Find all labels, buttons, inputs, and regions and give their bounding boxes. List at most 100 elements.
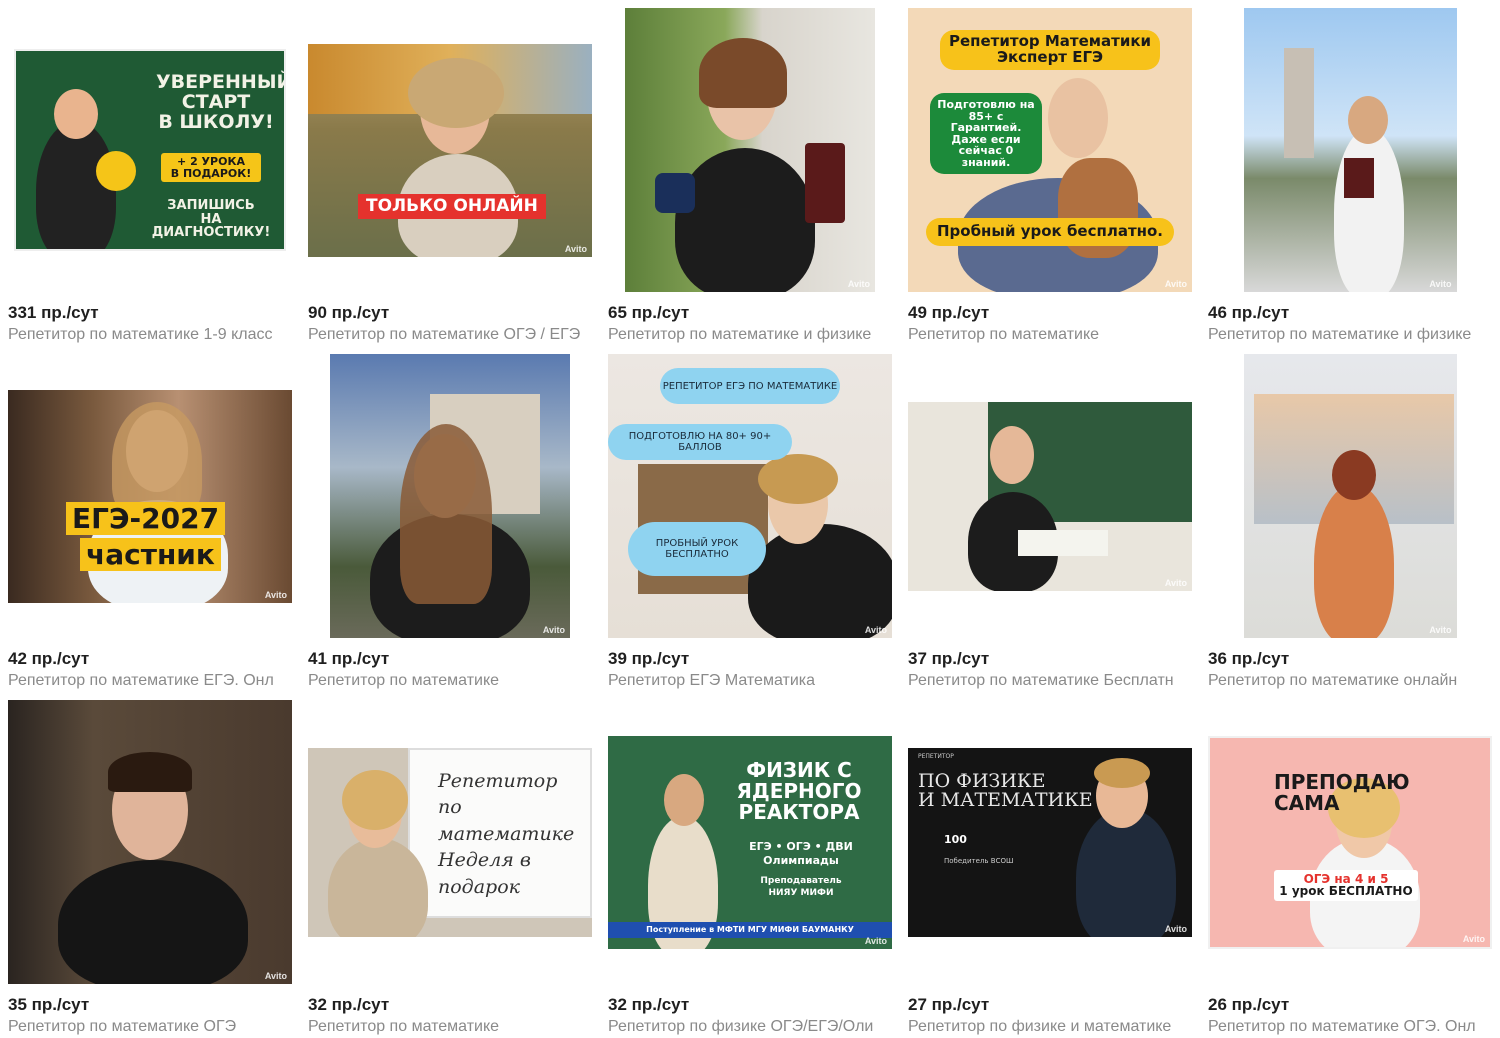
- avito-watermark: Avito: [264, 589, 287, 600]
- listing-card[interactable]: Avito 65 пр./сут Репетитор по математике…: [608, 8, 892, 343]
- avito-watermark: Avito: [1164, 577, 1187, 588]
- avito-watermark: Avito: [1164, 923, 1187, 934]
- listing-thumbnail[interactable]: ПРЕПОДАЮ САМА ОГЭ на 4 и 5 1 урок БЕСПЛА…: [1208, 700, 1492, 984]
- listing-thumbnail[interactable]: РЕПЕТИТОР ЕГЭ ПО МАТЕМАТИКЕ ПОДГОТОВЛЮ Н…: [608, 354, 892, 638]
- overlay-pill: ПОДГОТОВЛЮ НА 80+ 90+ БАЛЛОВ: [608, 424, 792, 460]
- overlay-line: Победитель ВСОШ: [944, 856, 1014, 865]
- listing-thumbnail[interactable]: Avito: [308, 354, 592, 638]
- listing-views: 49 пр./сут: [908, 303, 990, 322]
- listing-card[interactable]: Avito 35 пр./сут Репетитор по математике…: [8, 700, 292, 1035]
- avito-watermark: Avito: [847, 279, 870, 289]
- listing-card[interactable]: ФИЗИК С ЯДЕРНОГО РЕАКТОРА ЕГЭ • ОГЭ • ДВ…: [608, 700, 892, 1035]
- overlay-line: РЕАКТОРА: [738, 799, 860, 824]
- overlay-line: ПО ФИЗИКЕ: [918, 769, 1046, 792]
- listing-thumbnail[interactable]: Репетитор по математике Неделя в подарок: [308, 700, 592, 984]
- overlay-line: СТАРТ: [181, 90, 251, 113]
- listing-views: 46 пр./сут: [1208, 303, 1290, 322]
- listing-title[interactable]: Репетитор по математике Бесплатн: [908, 672, 1192, 690]
- overlay-line: Репетитор: [438, 769, 558, 792]
- listing-thumbnail[interactable]: ФИЗИК С ЯДЕРНОГО РЕАКТОРА ЕГЭ • ОГЭ • ДВ…: [608, 700, 892, 984]
- overlay-line: ЕГЭ-2027: [72, 501, 220, 535]
- avito-watermark: Avito: [264, 971, 287, 981]
- overlay-line: 1 урок БЕСПЛАТНО: [1279, 884, 1413, 899]
- listing-views: 37 пр./сут: [908, 649, 990, 668]
- overlay-pill: РЕПЕТИТОР ЕГЭ ПО МАТЕМАТИКЕ: [660, 368, 840, 404]
- overlay-line: сейчас 0 знаний.: [958, 144, 1014, 169]
- overlay-line: НА ДИАГНОСТИКУ!: [151, 211, 271, 241]
- listing-views: 35 пр./сут: [8, 995, 90, 1014]
- listing-title[interactable]: Репетитор по математике ОГЭ: [8, 1018, 292, 1036]
- listing-card[interactable]: Avito 46 пр./сут Репетитор по математике…: [1208, 8, 1492, 343]
- listing-thumbnail[interactable]: Avito: [8, 700, 292, 984]
- overlay-line: Преподаватель: [760, 876, 842, 887]
- listing-card[interactable]: Avito 36 пр./сут Репетитор по математике…: [1208, 354, 1492, 689]
- listing-title[interactable]: Репетитор по математике ОГЭ. Онл: [1208, 1018, 1492, 1036]
- listing-thumbnail[interactable]: РЕПЕТИТОР ПО ФИЗИКЕ И МАТЕМАТИКЕ 100 Поб…: [908, 700, 1192, 984]
- listing-card[interactable]: Репетитор по математике Неделя в подарок…: [308, 700, 592, 1035]
- listing-views: 41 пр./сут: [308, 649, 390, 668]
- overlay-line: УВЕРЕННЫЙ: [156, 71, 286, 93]
- avito-watermark: Avito: [864, 625, 887, 635]
- overlay-line: И МАТЕМАТИКЕ: [918, 789, 1093, 812]
- overlay-line: ЕГЭ • ОГЭ • ДВИ: [749, 839, 853, 853]
- listing-title[interactable]: Репетитор по математике: [908, 326, 1192, 344]
- overlay-label: ТОЛЬКО ОНЛАЙН: [366, 195, 538, 216]
- overlay-line: по математике: [438, 796, 575, 845]
- avito-watermark: Avito: [564, 243, 587, 254]
- overlay-line: 85+ с Гарантией.: [950, 109, 1022, 135]
- listings-grid: УВЕРЕННЫЙ СТАРТ В ШКОЛУ! + 2 УРОКА В ПОД…: [0, 0, 1500, 1038]
- overlay-line: Поступление в МФТИ МГУ МИФИ БАУМАНКУ: [646, 924, 854, 934]
- listing-card[interactable]: ПРЕПОДАЮ САМА ОГЭ на 4 и 5 1 урок БЕСПЛА…: [1208, 700, 1492, 1035]
- listing-views: 90 пр./сут: [308, 303, 390, 322]
- listing-views: 39 пр./сут: [608, 649, 690, 668]
- listing-views: 42 пр./сут: [8, 649, 90, 668]
- overlay-line: В ПОДАРОК!: [170, 166, 252, 180]
- overlay-line: Пробный урок бесплатно.: [936, 222, 1164, 240]
- listing-thumbnail[interactable]: Avito: [1208, 8, 1492, 292]
- overlay-line: ЯДЕРНОГО: [736, 778, 862, 803]
- listing-title[interactable]: Репетитор по физике ОГЭ/ЕГЭ/Оли: [608, 1018, 892, 1036]
- overlay-line: 100: [944, 832, 967, 846]
- listing-title[interactable]: Репетитор по математике и физике: [608, 326, 892, 344]
- overlay-line: Олимпиады: [763, 854, 839, 868]
- listing-title[interactable]: Репетитор ЕГЭ Математика: [608, 672, 892, 690]
- listing-card[interactable]: Avito 37 пр./сут Репетитор по математике…: [908, 354, 1192, 689]
- listing-title[interactable]: Репетитор по математике: [308, 1018, 592, 1036]
- overlay-line: частник: [86, 537, 215, 571]
- avito-watermark: Avito: [864, 935, 887, 946]
- listing-card[interactable]: Репетитор Математики Эксперт ЕГЭ Подгото…: [908, 8, 1192, 343]
- listing-card[interactable]: Avito 41 пр./сут Репетитор по математике: [308, 354, 592, 689]
- listing-thumbnail[interactable]: Avito: [908, 354, 1192, 638]
- overlay-line: + 2 УРОКА: [177, 155, 245, 168]
- overlay-line: ЗАПИШИСЬ: [167, 198, 255, 213]
- listing-thumbnail[interactable]: ТОЛЬКО ОНЛАЙН Avito: [308, 8, 592, 292]
- listing-views: 36 пр./сут: [1208, 649, 1290, 668]
- listing-title[interactable]: Репетитор по математике ОГЭ / ЕГЭ: [308, 326, 592, 344]
- listing-views: 65 пр./сут: [608, 303, 690, 322]
- overlay-line: ФИЗИК С: [746, 757, 852, 782]
- listing-views: 32 пр./сут: [308, 995, 390, 1014]
- listing-title[interactable]: Репетитор по математике: [308, 672, 592, 690]
- listing-title[interactable]: Репетитор по математике ЕГЭ. Онл: [8, 672, 292, 690]
- avito-watermark: Avito: [1462, 933, 1485, 944]
- avito-watermark: Avito: [1429, 625, 1452, 635]
- listing-thumbnail[interactable]: Репетитор Математики Эксперт ЕГЭ Подгото…: [908, 8, 1192, 292]
- listing-title[interactable]: Репетитор по физике и математике: [908, 1018, 1192, 1036]
- listing-title[interactable]: Репетитор по математике 1-9 класс: [8, 326, 292, 344]
- listing-card[interactable]: ТОЛЬКО ОНЛАЙН Avito 90 пр./сут Репетитор…: [308, 8, 592, 343]
- listing-views: 27 пр./сут: [908, 995, 990, 1014]
- listing-card[interactable]: ЕГЭ-2027 частник Avito 42 пр./сут Репети…: [8, 354, 292, 689]
- listing-thumbnail[interactable]: ЕГЭ-2027 частник Avito: [8, 354, 292, 638]
- listing-views: 331 пр./сут: [8, 303, 99, 322]
- avito-watermark: Avito: [1164, 279, 1187, 289]
- listing-card[interactable]: УВЕРЕННЫЙ СТАРТ В ШКОЛУ! + 2 УРОКА В ПОД…: [8, 8, 292, 343]
- listing-thumbnail[interactable]: УВЕРЕННЫЙ СТАРТ В ШКОЛУ! + 2 УРОКА В ПОД…: [8, 8, 292, 292]
- listing-thumbnail[interactable]: Avito: [608, 8, 892, 292]
- overlay-line: ПРЕПОДАЮ: [1274, 769, 1410, 794]
- listing-title[interactable]: Репетитор по математике онлайн: [1208, 672, 1492, 690]
- listing-views: 32 пр./сут: [608, 995, 690, 1014]
- listing-card[interactable]: РЕПЕТИТОР ЕГЭ ПО МАТЕМАТИКЕ ПОДГОТОВЛЮ Н…: [608, 354, 892, 689]
- listing-card[interactable]: РЕПЕТИТОР ПО ФИЗИКЕ И МАТЕМАТИКЕ 100 Поб…: [908, 700, 1192, 1035]
- listing-thumbnail[interactable]: Avito: [1208, 354, 1492, 638]
- listing-title[interactable]: Репетитор по математике и физике: [1208, 326, 1492, 344]
